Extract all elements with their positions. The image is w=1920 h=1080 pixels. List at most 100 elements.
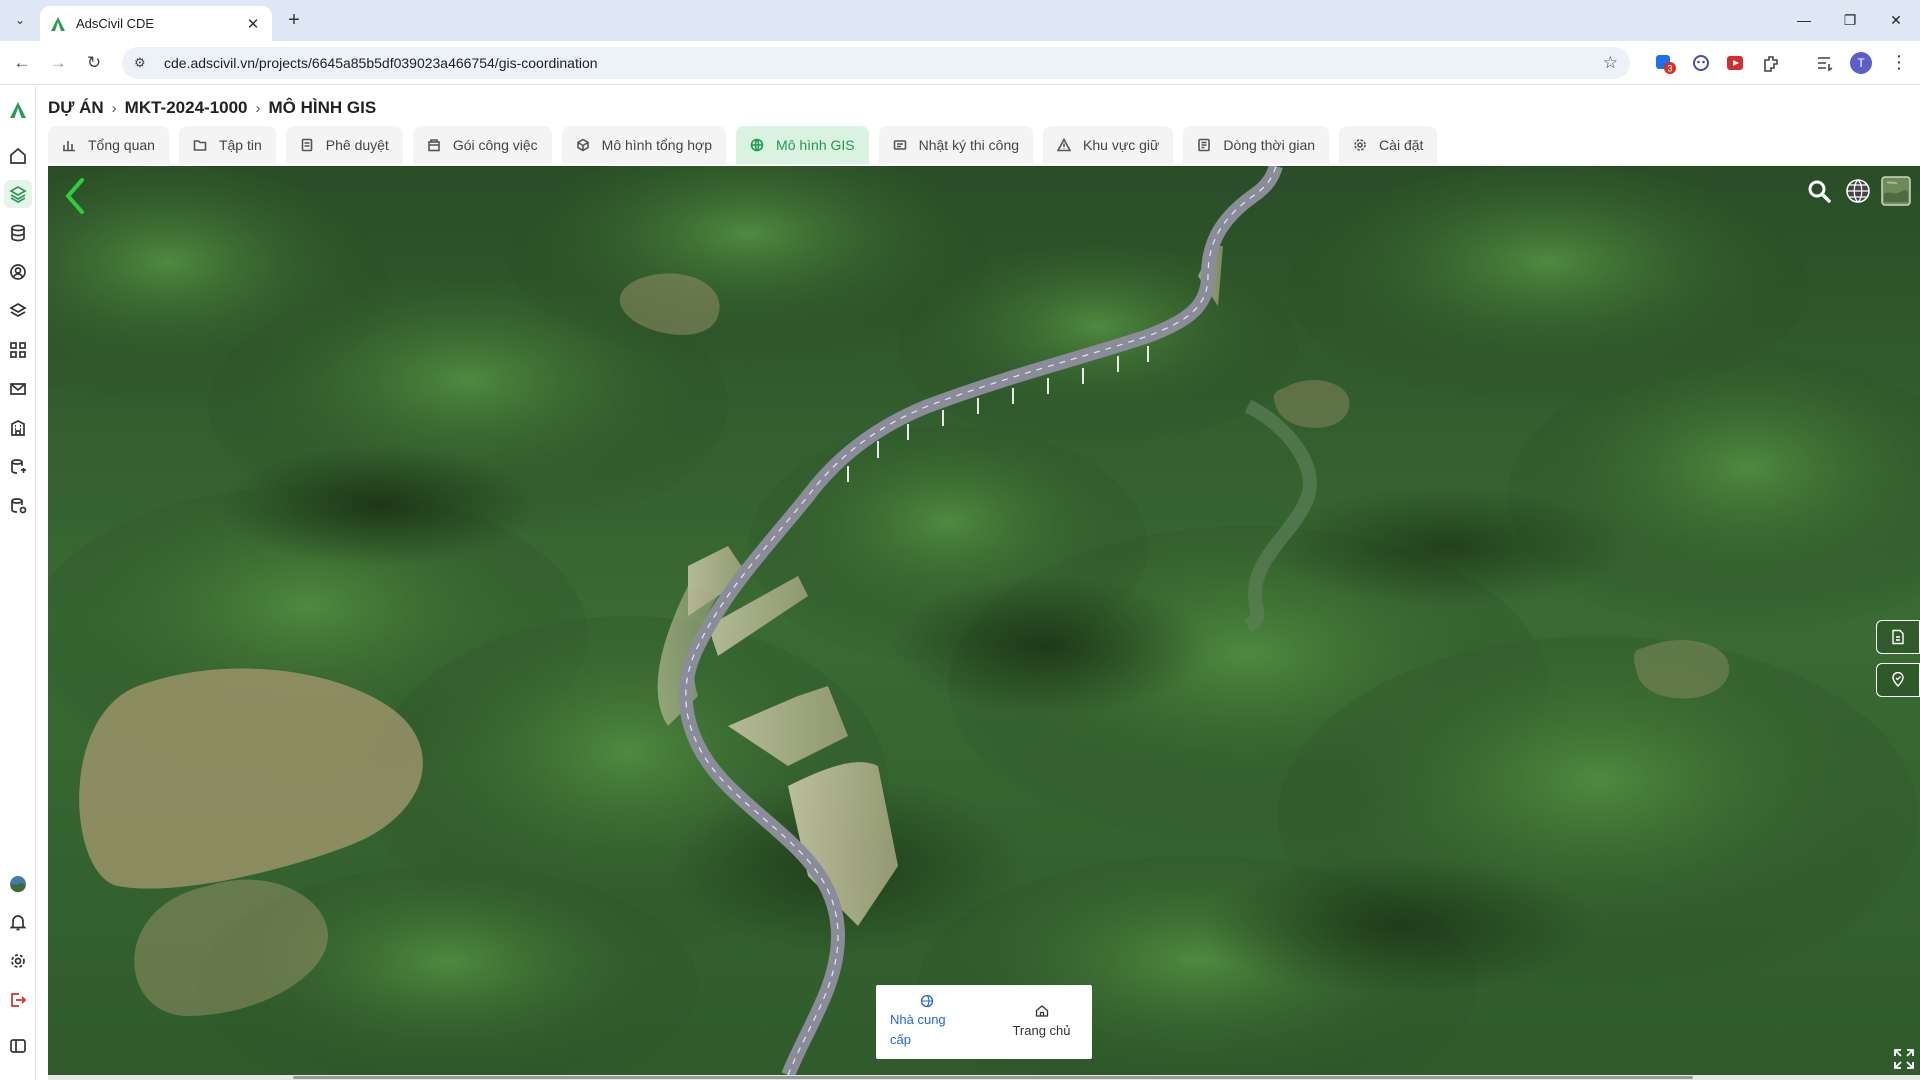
warning-icon	[1057, 138, 1072, 152]
bookmark-star-icon[interactable]: ☆	[1603, 53, 1618, 73]
tab-search-button[interactable]: ⌄	[8, 8, 32, 32]
hill-shading	[48, 166, 1920, 1075]
terrain-render[interactable]	[48, 166, 1920, 1075]
sidebar-panel-icon	[10, 1039, 26, 1053]
restore-button[interactable]: ❐	[1830, 8, 1870, 32]
fullscreen-icon[interactable]	[1892, 1047, 1916, 1071]
minimize-button[interactable]: —	[1784, 8, 1824, 32]
tab-overview[interactable]: Tổng quan	[48, 126, 169, 164]
browser-tab[interactable]: AdsCivil CDE ✕	[40, 6, 272, 41]
extensions-puzzle-icon[interactable]	[1760, 52, 1782, 74]
home-label: Trang chủ	[1012, 1022, 1071, 1038]
tab-label: Mô hình GIS	[776, 137, 855, 153]
back-icon[interactable]: ←	[10, 51, 34, 75]
chart-icon	[63, 141, 75, 152]
sidebar-collapse-toggle[interactable]	[4, 1032, 32, 1060]
extension-teams-icon[interactable]: 3	[1654, 52, 1676, 74]
sidebar-item-building[interactable]	[4, 414, 32, 442]
database-icon	[11, 224, 25, 242]
document-icon	[1892, 629, 1904, 645]
tab-work-packages[interactable]: Gói công việc	[412, 126, 552, 164]
layers-icon	[9, 186, 27, 203]
adscivil-favicon-icon	[51, 16, 65, 31]
reload-icon[interactable]: ↻	[82, 51, 106, 75]
sidebar-item-database-config[interactable]	[4, 492, 32, 520]
site-info-icon[interactable]: ⚙	[134, 55, 152, 71]
project-tabs: Tổng quan Tập tin Phê duyệt Gói công việ…	[48, 126, 1447, 166]
satellite-layer-icon	[1881, 176, 1911, 206]
forward-icon[interactable]: →	[46, 51, 70, 75]
globe-icon	[750, 138, 764, 152]
building-icon	[11, 420, 25, 436]
browser-toolbar: ← → ↻ ⚙ cde.adscivil.vn/projects/6645a85…	[0, 41, 1920, 85]
adscivil-logo-icon	[10, 102, 26, 118]
tab-approval[interactable]: Phê duyệt	[285, 126, 403, 164]
tab-label: Nhật ký thi công	[918, 137, 1020, 153]
chevron-right-icon: ›	[111, 99, 117, 117]
tab-hold-zone[interactable]: Khu vực giữ	[1043, 126, 1174, 164]
extension-video-icon[interactable]	[1724, 52, 1746, 74]
sidebar-item-settings[interactable]	[4, 947, 32, 975]
gis-map-viewer[interactable]: Nhà cung cấp Trang chủ	[48, 166, 1920, 1075]
scrollbar-thumb[interactable]	[293, 1076, 1693, 1079]
tab-label: Dòng thời gian	[1223, 137, 1316, 153]
tab-label: Khu vực giữ	[1083, 137, 1160, 153]
close-window-button[interactable]: ✕	[1876, 8, 1916, 32]
map-search-button[interactable]	[1804, 176, 1834, 206]
report-panel-button[interactable]	[1876, 620, 1920, 654]
provider-button[interactable]: Nhà cung cấp	[876, 985, 991, 1059]
timeline-icon	[1198, 138, 1211, 152]
tab-construction-log[interactable]: Nhật ký thi công	[878, 126, 1034, 164]
profile-avatar[interactable]: T	[1850, 52, 1872, 74]
gear-icon	[1354, 139, 1366, 151]
new-tab-button[interactable]: +	[282, 9, 306, 33]
log-icon	[893, 140, 906, 150]
close-tab-icon[interactable]: ✕	[244, 15, 262, 33]
database-sync-icon	[11, 459, 26, 474]
folder-icon	[193, 140, 207, 151]
tab-label: Gói công việc	[452, 137, 538, 153]
tab-gis-model[interactable]: Mô hình GIS	[736, 126, 869, 164]
sidebar-user-avatar[interactable]	[4, 870, 32, 898]
sidebar-item-apps[interactable]	[4, 336, 32, 364]
sidebar-item-users[interactable]	[4, 258, 32, 286]
back-arrow-icon[interactable]	[62, 176, 88, 216]
browser-tab-title: AdsCivil CDE	[76, 16, 155, 31]
tab-settings[interactable]: Cài đặt	[1339, 126, 1438, 164]
sidebar-item-layers[interactable]	[4, 180, 32, 208]
location-pin-icon	[1892, 672, 1904, 687]
home-view-button[interactable]: Trang chủ	[991, 985, 1092, 1059]
logout-icon	[11, 993, 27, 1007]
tab-label: Tập tin	[218, 137, 262, 153]
tab-timeline[interactable]: Dòng thời gian	[1183, 126, 1330, 164]
breadcrumb-project[interactable]: MKT-2024-1000	[125, 98, 248, 118]
sidebar-item-mail-settings[interactable]	[4, 375, 32, 403]
address-bar[interactable]: ⚙ cde.adscivil.vn/projects/6645a85b5df03…	[122, 47, 1630, 79]
reading-list-icon[interactable]	[1814, 52, 1836, 74]
sidebar-item-notifications[interactable]	[4, 908, 32, 936]
breadcrumb-root[interactable]: DỰ ÁN	[48, 98, 104, 118]
stack-icon	[9, 303, 27, 317]
extension-robot-icon[interactable]	[1690, 52, 1712, 74]
bell-icon	[9, 915, 27, 931]
tab-label: Phê duyệt	[325, 137, 389, 153]
tab-federated-model[interactable]: Mô hình tổng hợp	[561, 126, 727, 164]
sidebar-item-database[interactable]	[4, 219, 32, 247]
approval-icon	[301, 138, 313, 152]
package-icon	[428, 139, 440, 152]
breadcrumb-current: MÔ HÌNH GIS	[268, 98, 377, 117]
home-icon	[10, 147, 26, 164]
scene-mode-button[interactable]	[1843, 176, 1873, 206]
location-panel-button[interactable]	[1876, 663, 1920, 697]
browser-menu-icon[interactable]: ⋮	[1888, 52, 1910, 74]
sidebar-item-database-sync[interactable]	[4, 453, 32, 481]
sidebar-item-stack[interactable]	[4, 297, 32, 325]
breadcrumb: DỰ ÁN › MKT-2024-1000 › MÔ HÌNH GIS	[48, 96, 376, 120]
tab-files[interactable]: Tập tin	[178, 126, 276, 164]
app-logo[interactable]	[4, 96, 32, 124]
horizontal-scrollbar[interactable]	[48, 1075, 1920, 1080]
sidebar-item-logout[interactable]	[4, 986, 32, 1014]
base-layer-picker[interactable]	[1881, 176, 1911, 206]
sidebar-item-home[interactable]	[4, 142, 32, 170]
map-bottom-panel: Nhà cung cấp Trang chủ	[876, 985, 1092, 1059]
